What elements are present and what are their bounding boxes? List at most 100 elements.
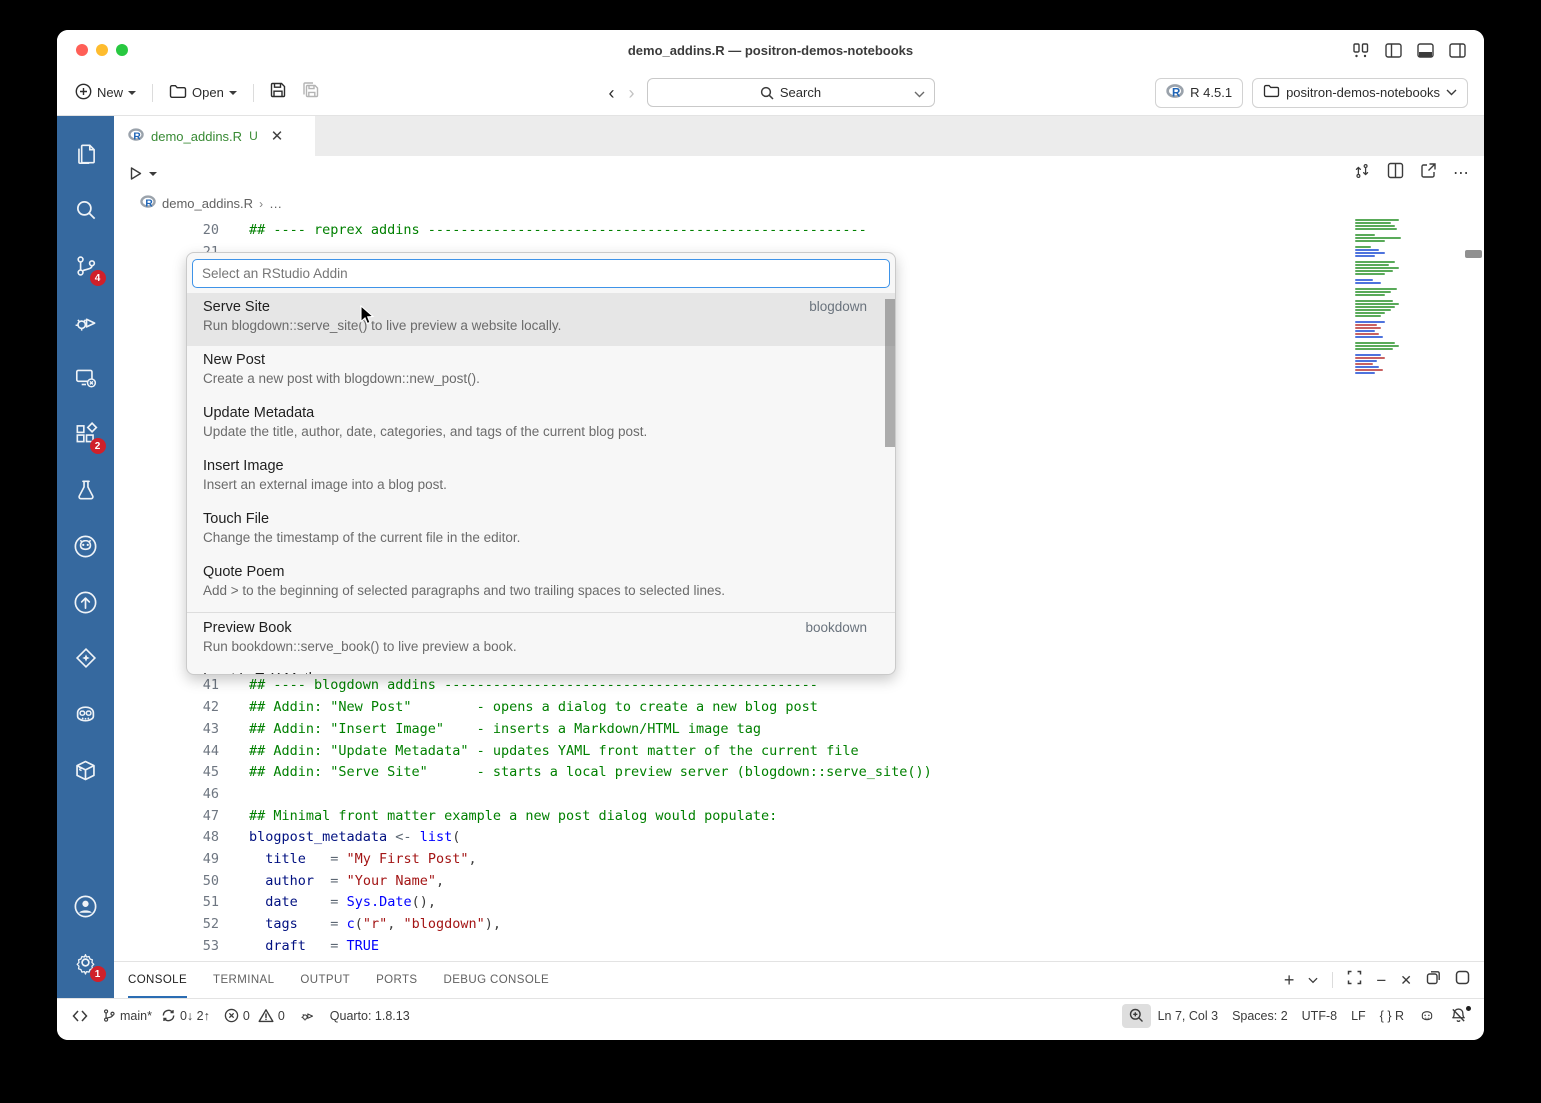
save-all-icon[interactable]	[298, 81, 323, 104]
panel-layout-icon[interactable]	[1455, 970, 1470, 990]
tab-label: demo_addins.R	[151, 129, 242, 144]
problems-status[interactable]: 0 0	[217, 1004, 292, 1028]
tab-ports[interactable]: PORTS	[376, 962, 417, 998]
sidebar-item-extensions[interactable]: 2	[62, 406, 110, 462]
sidebar-item-testing[interactable]	[62, 462, 110, 518]
code-line: 48blogpost_metadata <- list(	[114, 827, 1484, 849]
tab-debug-console[interactable]: DEBUG CONSOLE	[444, 962, 550, 998]
quickpick-item[interactable]: Touch FileChange the timestamp of the cu…	[187, 505, 895, 558]
code-line: 51 date = Sys.Date(),	[114, 892, 1484, 914]
minimap-line	[1355, 300, 1393, 302]
restore-panel-icon[interactable]	[1426, 970, 1441, 990]
cursor-position[interactable]: Ln 7, Col 3	[1151, 1004, 1225, 1028]
open-changes-icon[interactable]	[1353, 162, 1371, 185]
navigate-back-icon[interactable]: ‹	[607, 84, 617, 102]
tab-dirty-badge: U	[249, 129, 258, 143]
encoding[interactable]: UTF-8	[1295, 1004, 1344, 1028]
language-mode[interactable]: { } R	[1373, 1004, 1411, 1028]
toggle-sidebar-icon[interactable]	[1385, 43, 1402, 58]
account-icon	[72, 893, 99, 920]
quickpick-item-tag: blogdown	[809, 299, 879, 314]
minimap-line	[1355, 306, 1395, 308]
minimap-line	[1355, 369, 1383, 371]
breadcrumb-file[interactable]: demo_addins.R	[162, 196, 253, 211]
minimap-line	[1355, 330, 1375, 332]
editor-scrollbar-handle[interactable]	[1465, 250, 1482, 258]
workspace-selector[interactable]: positron-demos-notebooks	[1252, 78, 1468, 108]
quarto-status[interactable]: Quarto: 1.8.13	[323, 1004, 417, 1028]
customize-layout-icon[interactable]	[1353, 43, 1370, 58]
debug-status[interactable]	[292, 1004, 323, 1028]
quickpick-item[interactable]: Input LaTeX Math	[187, 667, 895, 675]
interpreter-label: R 4.5.1	[1190, 85, 1232, 100]
minimize-panel-icon[interactable]: −	[1376, 972, 1386, 989]
tab-terminal[interactable]: TERMINAL	[213, 962, 274, 998]
split-editor-icon[interactable]	[1387, 162, 1404, 184]
error-icon	[224, 1008, 239, 1023]
interpreter-selector[interactable]: R R 4.5.1	[1155, 78, 1243, 108]
indentation[interactable]: Spaces: 2	[1225, 1004, 1295, 1028]
remote-indicator[interactable]	[65, 1004, 95, 1028]
sidebar-item-publish[interactable]	[62, 574, 110, 630]
close-icon[interactable]: ✕	[271, 127, 284, 145]
tab-console[interactable]: CONSOLE	[128, 962, 187, 998]
minimize-window-button[interactable]	[96, 44, 108, 56]
open-external-icon[interactable]	[1420, 162, 1437, 184]
close-window-button[interactable]	[76, 44, 88, 56]
quickpick-scrollbar[interactable]	[885, 299, 895, 447]
breadcrumb[interactable]: R demo_addins.R › …	[114, 190, 1484, 217]
sidebar-item-copilot[interactable]	[62, 686, 110, 742]
quickpick-item[interactable]: Preview BookbookdownRun bookdown::serve_…	[187, 614, 895, 667]
search-icon	[760, 86, 774, 100]
sidebar-item-packages[interactable]	[62, 742, 110, 798]
sidebar-item-settings[interactable]: 1	[62, 934, 110, 990]
breadcrumb-symbol[interactable]: …	[269, 196, 282, 211]
git-branch-status[interactable]: main* 0↓ 2↑	[95, 1004, 217, 1028]
sidebar-item-explorer[interactable]	[62, 126, 110, 182]
quickpick-item[interactable]: Insert ImageInsert an external image int…	[187, 452, 895, 505]
quickpick-item[interactable]: Quote PoemAdd > to the beginning of sele…	[187, 558, 895, 611]
zoom-window-button[interactable]	[116, 44, 128, 56]
maximize-panel-icon[interactable]	[1347, 970, 1362, 990]
toggle-panel-icon[interactable]	[1417, 43, 1434, 58]
minimap-line	[1355, 357, 1385, 359]
new-button[interactable]: New	[71, 79, 140, 107]
minimap-line	[1355, 219, 1399, 221]
new-console-icon[interactable]: +	[1284, 971, 1295, 989]
more-actions-icon[interactable]: ⋯	[1453, 163, 1470, 183]
quickpick-input[interactable]	[192, 259, 890, 288]
copilot-status[interactable]	[1411, 1004, 1443, 1028]
line-number: 49	[114, 849, 219, 871]
sidebar-item-github[interactable]	[62, 518, 110, 574]
close-panel-icon[interactable]: ✕	[1400, 972, 1412, 989]
chevron-right-icon: ›	[259, 197, 263, 211]
quickpick-item[interactable]: Update MetadataUpdate the title, author,…	[187, 399, 895, 452]
tab-demo-addins[interactable]: R demo_addins.R U ✕	[114, 116, 315, 156]
r-file-icon: R	[140, 195, 156, 212]
sidebar-item-sessions[interactable]	[62, 350, 110, 406]
toggle-secondary-sidebar-icon[interactable]	[1449, 43, 1466, 58]
warning-count: 0	[278, 1009, 285, 1023]
sidebar-item-assistant[interactable]	[62, 630, 110, 686]
save-icon[interactable]	[266, 81, 290, 104]
sidebar-item-account[interactable]	[62, 878, 110, 934]
chevron-down-icon[interactable]	[914, 86, 925, 101]
minimap[interactable]	[1355, 219, 1440, 375]
tab-output[interactable]: OUTPUT	[300, 962, 350, 998]
search-box[interactable]: Search	[647, 78, 935, 107]
sidebar-item-run-debug[interactable]	[62, 294, 110, 350]
navigate-forward-icon[interactable]: ›	[627, 84, 637, 102]
notifications-status[interactable]	[1443, 1004, 1474, 1028]
chevron-down-icon[interactable]	[1308, 971, 1318, 989]
run-button[interactable]	[128, 166, 157, 181]
code-line: 47## Minimal front matter example a new …	[114, 806, 1484, 828]
quickpick-item-description: Run bookdown::serve_book() to live previ…	[203, 639, 879, 654]
quickpick-item-description: Add > to the beginning of selected parag…	[203, 583, 879, 598]
sidebar-item-source-control[interactable]: 4	[62, 238, 110, 294]
zoom-status[interactable]	[1122, 1004, 1151, 1028]
sidebar-item-search[interactable]	[62, 182, 110, 238]
eol-sequence[interactable]: LF	[1344, 1004, 1373, 1028]
quickpick-item[interactable]: New PostCreate a new post with blogdown:…	[187, 346, 895, 399]
open-button[interactable]: Open	[165, 80, 241, 106]
quickpick-item[interactable]: Serve SiteblogdownRun blogdown::serve_si…	[187, 293, 895, 346]
